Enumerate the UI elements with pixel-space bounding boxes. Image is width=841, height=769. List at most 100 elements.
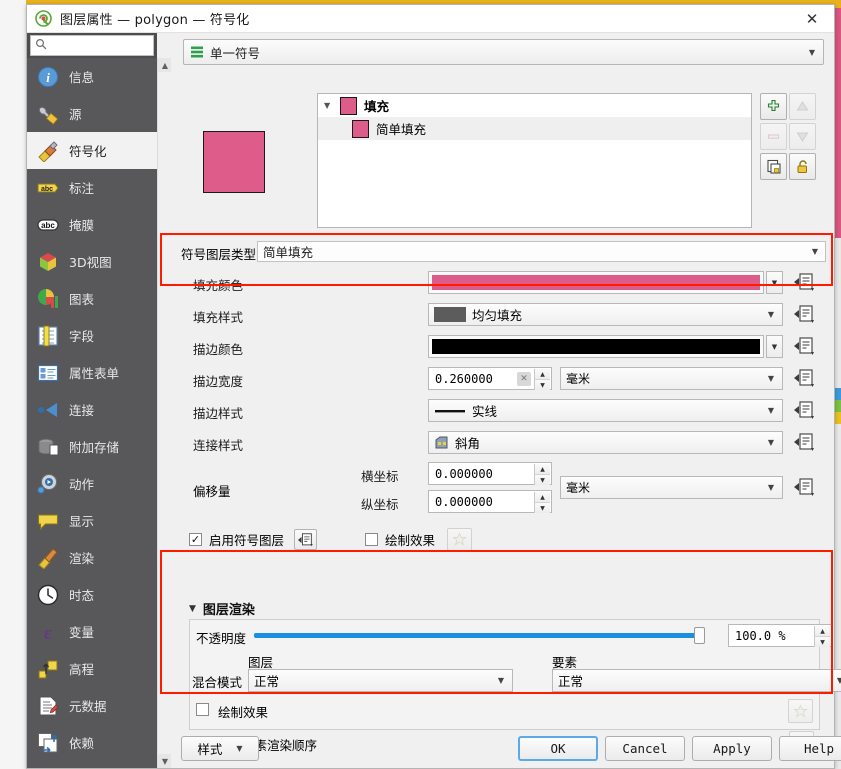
- stroke-width-input[interactable]: [433, 369, 517, 388]
- offset-y-input-wrap[interactable]: ▲ ▼: [428, 490, 552, 513]
- opacity-slider[interactable]: [254, 627, 705, 644]
- help-button[interactable]: Help: [779, 736, 841, 761]
- sidebar-item-6[interactable]: 3D视图: [27, 243, 157, 280]
- symbol-draw-effects-checkbox[interactable]: [365, 533, 379, 546]
- sidebar-item-4[interactable]: abc 标注: [27, 169, 157, 206]
- fill-color-button[interactable]: [428, 271, 764, 294]
- fill-color-data-defined-button[interactable]: [793, 271, 817, 293]
- remove-symbol-layer-button[interactable]: [760, 123, 787, 150]
- stroke-style-combo[interactable]: 实线 ▼: [428, 399, 783, 422]
- symbol-effects-star-button[interactable]: [447, 528, 473, 551]
- scroll-up-icon[interactable]: ▲: [158, 58, 172, 72]
- stroke-width-unit-combo[interactable]: 毫米 ▼: [560, 367, 783, 390]
- stepper-up-icon[interactable]: ▲: [534, 492, 550, 503]
- renderer-type-combo[interactable]: 单一符号 ▼: [183, 39, 824, 65]
- close-icon[interactable]: ✕: [790, 5, 834, 32]
- sidebar-item-3[interactable]: 符号化: [27, 132, 157, 169]
- tree-expander-icon[interactable]: ▼: [324, 101, 340, 110]
- sidebar-item-14[interactable]: 渲染: [27, 539, 157, 576]
- blend-mode-feature-combo[interactable]: 正常 ▼: [552, 669, 841, 692]
- join-style-data-defined-button[interactable]: [793, 431, 817, 453]
- join-style-row: 连接样式 斜角 ▼: [171, 427, 834, 459]
- offset-y-stepper[interactable]: ▲ ▼: [534, 492, 550, 513]
- cancel-button[interactable]: Cancel: [605, 736, 685, 761]
- sidebar-search-container: [27, 33, 157, 58]
- fill-color-dropdown[interactable]: ▼: [766, 271, 783, 294]
- stroke-width-stepper[interactable]: ▲ ▼: [534, 369, 550, 390]
- blend-mode-layer-combo[interactable]: 正常 ▼: [248, 669, 513, 692]
- stepper-down-icon[interactable]: ▼: [534, 475, 550, 485]
- fill-color-row: 填充颜色 ▼: [171, 267, 834, 299]
- sidebar-item-11[interactable]: 附加存储: [27, 428, 157, 465]
- enable-layer-data-defined-button[interactable]: [294, 529, 318, 550]
- layer-draw-effects-checkbox[interactable]: [196, 703, 209, 716]
- opacity-input[interactable]: [733, 626, 813, 645]
- search-input[interactable]: [47, 37, 153, 54]
- layer-rendering-header[interactable]: ▼ 图层渲染: [189, 599, 255, 618]
- sidebar-item-19[interactable]: 依赖: [27, 724, 157, 761]
- offset-data-defined-button[interactable]: [793, 476, 817, 498]
- symbol-layer-type-combo[interactable]: 简单填充 ▼: [257, 241, 826, 262]
- sidebar-item-13[interactable]: 显示: [27, 502, 157, 539]
- offset-unit-combo[interactable]: 毫米 ▼: [560, 476, 783, 499]
- sidebar-item-7[interactable]: 图表: [27, 280, 157, 317]
- apply-button[interactable]: Apply: [692, 736, 772, 761]
- move-up-button[interactable]: [789, 93, 816, 120]
- enable-symbol-layer-checkbox[interactable]: [189, 533, 202, 546]
- stroke-color-button[interactable]: [428, 335, 764, 358]
- sidebar-item-16[interactable]: ɛ 变量: [27, 613, 157, 650]
- move-down-button[interactable]: [789, 123, 816, 150]
- sidebar-item-10[interactable]: 连接: [27, 391, 157, 428]
- dialog-button-bar: 样式 ▼ OK Cancel Apply Help: [171, 730, 841, 768]
- stepper-up-icon[interactable]: ▲: [814, 626, 830, 637]
- sidebar-item-15[interactable]: 时态: [27, 576, 157, 613]
- sidebar-scrollbar[interactable]: ▲ ▼: [157, 58, 172, 768]
- lock-open-icon[interactable]: [789, 153, 816, 180]
- sidebar-item-5[interactable]: abc 掩膜: [27, 206, 157, 243]
- stroke-color-data-defined-button[interactable]: [793, 335, 817, 357]
- sidebar-item-2[interactable]: 源: [27, 95, 157, 132]
- ok-button[interactable]: OK: [518, 736, 598, 761]
- sidebar-item-17[interactable]: 高程: [27, 650, 157, 687]
- stroke-style-data-defined-button[interactable]: [793, 399, 817, 421]
- stepper-down-icon[interactable]: ▼: [534, 380, 550, 390]
- offset-x-stepper[interactable]: ▲ ▼: [534, 464, 550, 485]
- symbol-tree-label: 填充: [364, 99, 390, 114]
- offset-x-input[interactable]: [433, 464, 533, 483]
- opacity-stepper[interactable]: ▲ ▼: [814, 626, 830, 647]
- duplicate-button[interactable]: [760, 153, 787, 180]
- symbol-layer-tree[interactable]: ▼ 填充简单填充: [317, 93, 752, 228]
- stepper-up-icon[interactable]: ▲: [534, 369, 550, 380]
- search-box[interactable]: [30, 35, 154, 56]
- add-symbol-layer-button[interactable]: [760, 93, 787, 120]
- stroke-width-data-defined-button[interactable]: [793, 367, 817, 389]
- stepper-down-icon[interactable]: ▼: [534, 503, 550, 513]
- layer-effects-star-button[interactable]: [788, 699, 813, 723]
- sidebar-item-label: 元数据: [69, 699, 107, 714]
- offset-x-label: 横坐标: [361, 469, 399, 484]
- stroke-color-dropdown[interactable]: ▼: [766, 335, 783, 358]
- offset-y-input[interactable]: [433, 492, 533, 511]
- sidebar-item-20[interactable]: 图例: [27, 761, 157, 768]
- sidebar-item-9[interactable]: 属性表单: [27, 354, 157, 391]
- scroll-down-icon[interactable]: ▼: [158, 754, 172, 768]
- symbol-tree-row[interactable]: 简单填充: [318, 117, 751, 140]
- fill-style-data-defined-button[interactable]: [793, 303, 817, 325]
- sidebar-item-12[interactable]: 动作: [27, 465, 157, 502]
- sidebar-item-1[interactable]: i 信息: [27, 58, 157, 95]
- clear-icon[interactable]: ✕: [517, 371, 531, 386]
- join-style-combo[interactable]: 斜角 ▼: [428, 431, 783, 454]
- sidebar-item-8[interactable]: 字段: [27, 317, 157, 354]
- fill-style-combo[interactable]: 均匀填充 ▼: [428, 303, 783, 326]
- stroke-width-input-wrap[interactable]: ✕ ▲ ▼: [428, 367, 552, 390]
- opacity-input-wrap[interactable]: ▲ ▼: [728, 624, 832, 647]
- stepper-up-icon[interactable]: ▲: [534, 464, 550, 475]
- symbol-layer-toolbar: [760, 93, 822, 183]
- symbol-tree-row[interactable]: ▼ 填充: [318, 94, 751, 117]
- style-button[interactable]: 样式 ▼: [181, 736, 259, 761]
- sidebar-item-list: i 信息源符号化 abc 标注 abc 掩膜 3D视图 图表 字段 属性表单 连接 附加存储 动作 显示渲…: [27, 58, 157, 768]
- sidebar-item-18[interactable]: 元数据: [27, 687, 157, 724]
- stepper-down-icon[interactable]: ▼: [814, 637, 830, 647]
- offset-x-input-wrap[interactable]: ▲ ▼: [428, 462, 552, 485]
- sidebar-item-label: 符号化: [69, 144, 107, 159]
